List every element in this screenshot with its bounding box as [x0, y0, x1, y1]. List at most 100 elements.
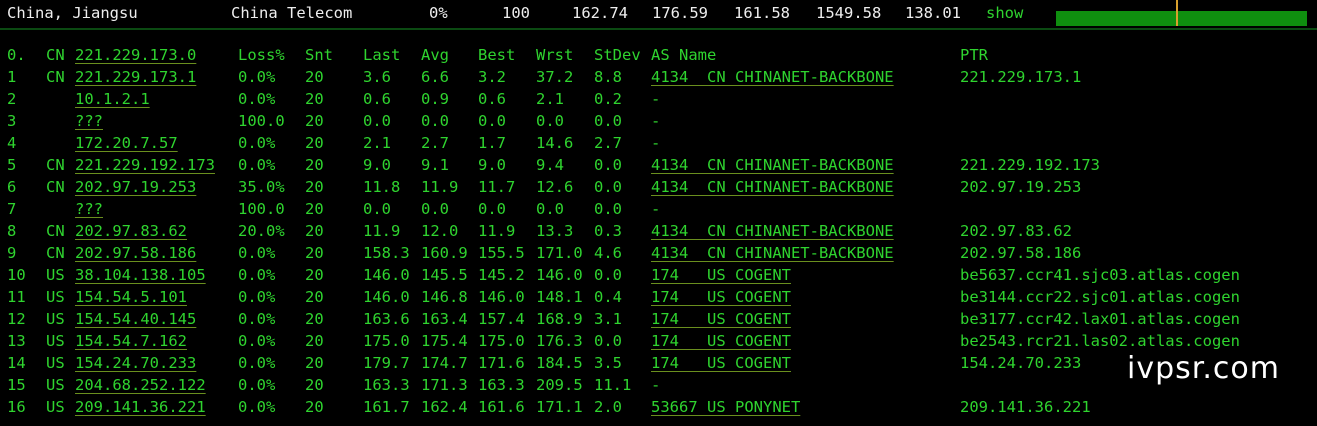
best-cell: 0.6	[478, 90, 506, 108]
country-cell: CN	[46, 156, 65, 174]
host-link[interactable]: 154.54.5.101	[75, 286, 187, 308]
as-name-link[interactable]: 53667 US PONYNET	[651, 396, 800, 418]
host-link[interactable]: 10.1.2.1	[75, 88, 150, 110]
host-link[interactable]: ???	[75, 198, 103, 220]
stdev-cell: 0.0	[594, 332, 622, 350]
best-cell: 11.7	[478, 178, 516, 196]
table-row: 10 US 38.104.138.105 0.0% 20 146.0 145.5 145.2 1…	[0, 264, 1317, 286]
ptr-cell: 154.24.70.233	[960, 354, 1082, 372]
host-link[interactable]: 172.20.7.57	[75, 132, 178, 154]
best-cell: 175.0	[478, 332, 525, 350]
last-cell: 0.6	[363, 90, 391, 108]
hop-cell: 6	[7, 178, 17, 196]
avg-cell: 160.9	[421, 244, 468, 262]
ptr-cell: 221.229.192.173	[960, 156, 1100, 174]
show-link[interactable]: show	[986, 2, 1023, 24]
stdev-cell: 2.7	[594, 134, 622, 152]
host-link[interactable]: 209.141.36.221	[75, 396, 206, 418]
host-link[interactable]: 204.68.252.122	[75, 374, 206, 396]
stdev-cell: 0.0	[594, 156, 622, 174]
sent-cell: 20	[305, 398, 324, 416]
as-name-link[interactable]: 4134 CN CHINANET-BACKBONE	[651, 154, 894, 176]
worst-cell: 176.3	[536, 332, 583, 350]
watermark-logo: ivpsr.com	[1127, 351, 1280, 386]
best-cell: 171.6	[478, 354, 525, 372]
sent-cell: 20	[305, 90, 324, 108]
col-best-header: Best	[478, 46, 516, 64]
as-name-link[interactable]: 174 US COGENT	[651, 286, 791, 308]
avg-cell: 6.6	[421, 68, 449, 86]
avg-cell: 0.0	[421, 112, 449, 130]
table-row: 4 172.20.7.57 0.0% 20 2.1 2.7 1.7 14.6 2.7 -	[0, 132, 1317, 154]
worst-cell: 171.0	[536, 244, 583, 262]
host-link[interactable]: 221.229.173.0	[75, 44, 196, 66]
host-link[interactable]: 221.229.173.1	[75, 66, 196, 88]
hop-cell: 1	[7, 68, 17, 86]
loss-cell: 0.0%	[238, 90, 276, 108]
as-name-link[interactable]: 174 US COGENT	[651, 330, 791, 352]
hop-cell: 13	[7, 332, 26, 350]
as-name-link[interactable]: 4134 CN CHINANET-BACKBONE	[651, 176, 894, 198]
avg-cell: 146.8	[421, 288, 468, 306]
stdev-cell: 0.0	[594, 112, 622, 130]
last-cell: 3.6	[363, 68, 391, 86]
as-name-link[interactable]: 4134 CN CHINANET-BACKBONE	[651, 66, 894, 88]
col-last-header: Last	[363, 46, 401, 64]
host-link[interactable]: 154.24.70.233	[75, 352, 196, 374]
as-name-cell: -	[651, 90, 661, 108]
last-cell: 11.9	[363, 222, 401, 240]
stdev-cell: 0.0	[594, 200, 622, 218]
as-name-link[interactable]: 4134 CN CHINANET-BACKBONE	[651, 242, 894, 264]
host-link[interactable]: 38.104.138.105	[75, 264, 206, 286]
latency-marker	[1176, 0, 1178, 26]
host-link[interactable]: 154.54.7.162	[75, 330, 187, 352]
as-name-link[interactable]: 4134 CN CHINANET-BACKBONE	[651, 220, 894, 242]
loss-cell: 0.0%	[238, 68, 276, 86]
best-cell: 163.3	[478, 376, 525, 394]
divider	[0, 28, 1317, 30]
country-cell: US	[46, 354, 65, 372]
host-link[interactable]: 221.229.192.173	[75, 154, 215, 176]
worst-cell: 37.2	[536, 68, 574, 86]
host-link[interactable]: 202.97.83.62	[75, 220, 187, 242]
sent-cell: 20	[305, 200, 324, 218]
loss-cell: 0.0%	[238, 354, 276, 372]
hop-cell: 10	[7, 266, 26, 284]
best-cell: 146.0	[478, 288, 525, 306]
worst-cell: 209.5	[536, 376, 583, 394]
ptr-cell: be3177.ccr42.lax01.atlas.cogen	[960, 310, 1240, 328]
sent-cell: 20	[305, 112, 324, 130]
stdev-cell: 0.2	[594, 90, 622, 108]
last-cell: 0.0	[363, 112, 391, 130]
country-cell: US	[46, 288, 65, 306]
table-row: 3??? 100.0 20 0.0 0.0 0.0 0.0 0.0 -	[0, 110, 1317, 132]
worst-cell: 12.6	[536, 178, 574, 196]
country-cell: US	[46, 266, 65, 284]
hop-cell: 4	[7, 134, 17, 152]
worst-cell: 2.1	[536, 90, 564, 108]
avg-cell: 9.1	[421, 156, 449, 174]
worst-cell: 14.6	[536, 134, 574, 152]
as-name-link[interactable]: 174 US COGENT	[651, 308, 791, 330]
hop-cell: 11	[7, 288, 26, 306]
table-row: 13 US 154.54.7.162 0.0% 20 175.0 175.4 175.0 176…	[0, 330, 1317, 352]
table-row: 1 CN 221.229.173.1 0.0% 20 3.6 6.6 3.2 37.2 8.8 41…	[0, 66, 1317, 88]
as-name-link[interactable]: 174 US COGENT	[651, 352, 791, 374]
summary-loss: 0%	[429, 4, 448, 22]
sent-cell: 20	[305, 134, 324, 152]
country-cell: CN	[46, 244, 65, 262]
host-link[interactable]: 202.97.19.253	[75, 176, 196, 198]
host-link[interactable]: 154.54.40.145	[75, 308, 196, 330]
country-cell: CN	[46, 68, 65, 86]
ptr-cell: 202.97.58.186	[960, 244, 1082, 262]
loss-cell: 100.0	[238, 200, 285, 218]
host-link[interactable]: ???	[75, 110, 103, 132]
host-link[interactable]: 202.97.58.186	[75, 242, 196, 264]
sent-cell: 20	[305, 244, 324, 262]
table-row: 16 US 209.141.36.221 0.0% 20 161.7 162.4 161.6 1…	[0, 396, 1317, 418]
table-row: 12 US 154.54.40.145 0.0% 20 163.6 163.4 157.4 16…	[0, 308, 1317, 330]
hop-cell: 2	[7, 90, 17, 108]
as-name-link[interactable]: 174 US COGENT	[651, 264, 791, 286]
summary-isp: China Telecom	[231, 4, 353, 22]
stdev-cell: 8.8	[594, 68, 622, 86]
